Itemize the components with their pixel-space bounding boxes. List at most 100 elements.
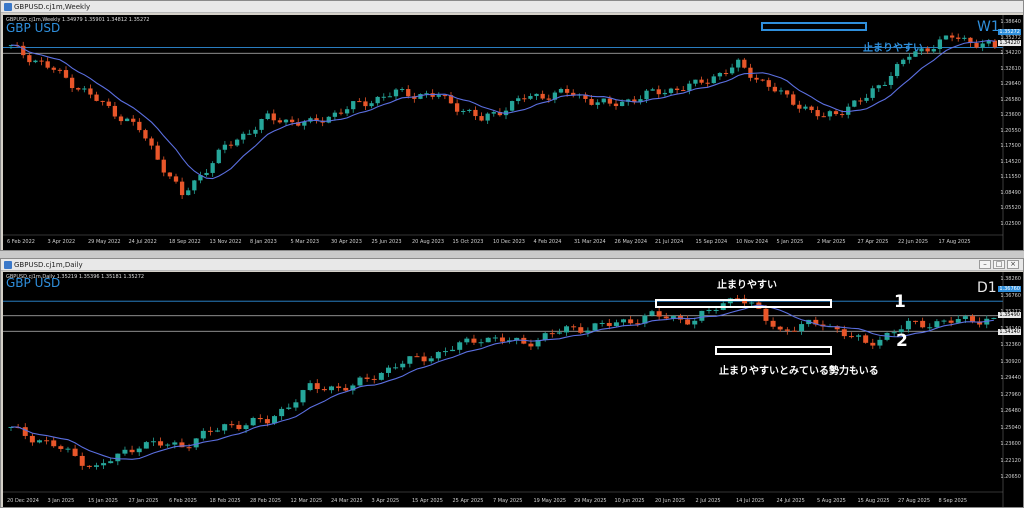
candle-body (803, 106, 808, 109)
candle-body (265, 113, 270, 120)
candle-body (927, 327, 933, 329)
price-axis-label: 1.26580 (1000, 96, 1021, 103)
time-axis-label: 15 Jan 2025 (88, 498, 118, 504)
candle-body (943, 35, 949, 40)
candle-body (442, 351, 448, 353)
candle-body (827, 111, 833, 117)
candle-body (343, 387, 349, 391)
candle-body (473, 109, 478, 117)
candle-body (300, 390, 306, 403)
candle-body (962, 37, 967, 39)
candle-body (406, 89, 411, 97)
price-axis-label: 1.17500 (1000, 143, 1021, 149)
candle-body (344, 109, 350, 114)
candle-body (435, 352, 441, 359)
candle-body (729, 67, 735, 74)
time-axis-label: 15 Aug 2025 (857, 498, 890, 504)
candle-body (393, 89, 399, 97)
minimize-button[interactable]: – (979, 260, 991, 269)
candle-body (564, 326, 570, 333)
maximize-button[interactable]: □ (993, 260, 1005, 269)
candle-body (364, 377, 370, 379)
time-axis-label: 24 Jul 2022 (128, 239, 157, 245)
close-button[interactable]: × (1007, 260, 1019, 269)
weekly-titlebar[interactable]: GBPUSD.cj1m,Weekly (1, 1, 1023, 13)
daily-level1-box (655, 299, 832, 308)
candle-body (115, 453, 121, 462)
time-axis-label: 3 Jan 2025 (47, 498, 75, 504)
candle-body (578, 327, 584, 333)
candle-body (33, 60, 38, 63)
price-axis-label: 1.35272 (1000, 309, 1021, 315)
time-axis-label: 3 Apr 2025 (371, 498, 400, 504)
candle-body (656, 311, 662, 317)
daily-level2-number: 2 (896, 331, 908, 351)
price-axis-label: 1.08490 (1000, 189, 1021, 196)
candle-body (478, 342, 484, 344)
candle-body (877, 339, 883, 346)
candle-body (491, 112, 496, 114)
candle-body (485, 113, 490, 121)
daily-chart-window[interactable]: GBPUSD.cj1m,Daily – □ × GBPUSD.cj1m,Dail… (0, 258, 1024, 508)
weekly-chart-window[interactable]: GBPUSD.cj1m,Weekly GBPUSD.cj1m,Weekly 1.… (0, 0, 1024, 251)
candle-body (479, 116, 484, 121)
candle-body (118, 116, 124, 122)
candle-body (124, 118, 130, 122)
candle-body (279, 408, 285, 417)
candle-body (375, 96, 380, 104)
candle-body (662, 92, 668, 95)
candle-body (668, 88, 674, 93)
candle-body (351, 101, 356, 110)
weekly-symbol-label: GBP USD (6, 21, 61, 35)
daily-symbol-label: GBP USD (6, 276, 61, 290)
candle-body (234, 139, 240, 146)
candle-body (100, 100, 105, 102)
weekly-time-axis: 6 Feb 2022 3 Apr 2022 29 May 2022 24 Jul 20… (3, 239, 1003, 249)
candle-body (215, 430, 221, 432)
chart-window-icon (4, 3, 12, 11)
daily-chart-area[interactable]: GBPUSD.cj1m,Daily 1.35219 1.35396 1.3518… (3, 272, 1023, 507)
candle-body (674, 88, 680, 91)
daily-annotation-bottom: 止まりやすいとみている勢力もいる (719, 366, 879, 377)
candle-body (72, 448, 78, 456)
weekly-chart-area[interactable]: GBPUSD.cj1m,Weekly 1.34979 1.35901 1.348… (3, 15, 1023, 250)
candle-body (179, 181, 185, 196)
candle-body (848, 336, 854, 338)
candle-body (414, 356, 420, 358)
price-axis-label: 1.25040 (1000, 424, 1021, 431)
candle-body (167, 172, 173, 177)
candle-body (27, 55, 32, 63)
candle-body (321, 389, 327, 391)
candle-body (606, 322, 612, 326)
candle-body (45, 61, 50, 68)
candle-body (592, 323, 598, 331)
candle-body (136, 448, 142, 453)
candle-body (980, 43, 985, 48)
candle-body (650, 89, 655, 91)
daily-titlebar[interactable]: GBPUSD.cj1m,Daily – □ × (1, 259, 1023, 271)
candle-body (129, 449, 135, 453)
candle-body (870, 88, 875, 98)
candle-body (888, 76, 894, 85)
candle-body (112, 105, 118, 117)
candle-body (913, 320, 919, 322)
candle-body (772, 86, 778, 92)
candle-body (901, 59, 906, 65)
weekly-price-axis: 1.38640 1.35272 1.34220 1.32610 1.29640 1.265… (993, 15, 1023, 250)
candle-body (385, 367, 391, 373)
time-axis-label: 6 Feb 2025 (169, 498, 197, 504)
candle-body (131, 118, 136, 122)
time-axis-label: 18 Feb 2025 (209, 498, 241, 504)
candle-body (907, 56, 912, 60)
candle-body (381, 96, 386, 98)
candle-body (791, 94, 796, 105)
candle-body (549, 333, 555, 335)
candle-body (172, 442, 178, 445)
candle-body (856, 335, 862, 337)
candle-body (516, 98, 521, 102)
candle-body (314, 383, 320, 390)
time-axis-label: 13 Nov 2022 (209, 239, 242, 245)
candle-body (363, 101, 368, 107)
candle-body (192, 180, 197, 191)
candle-body (852, 100, 857, 107)
